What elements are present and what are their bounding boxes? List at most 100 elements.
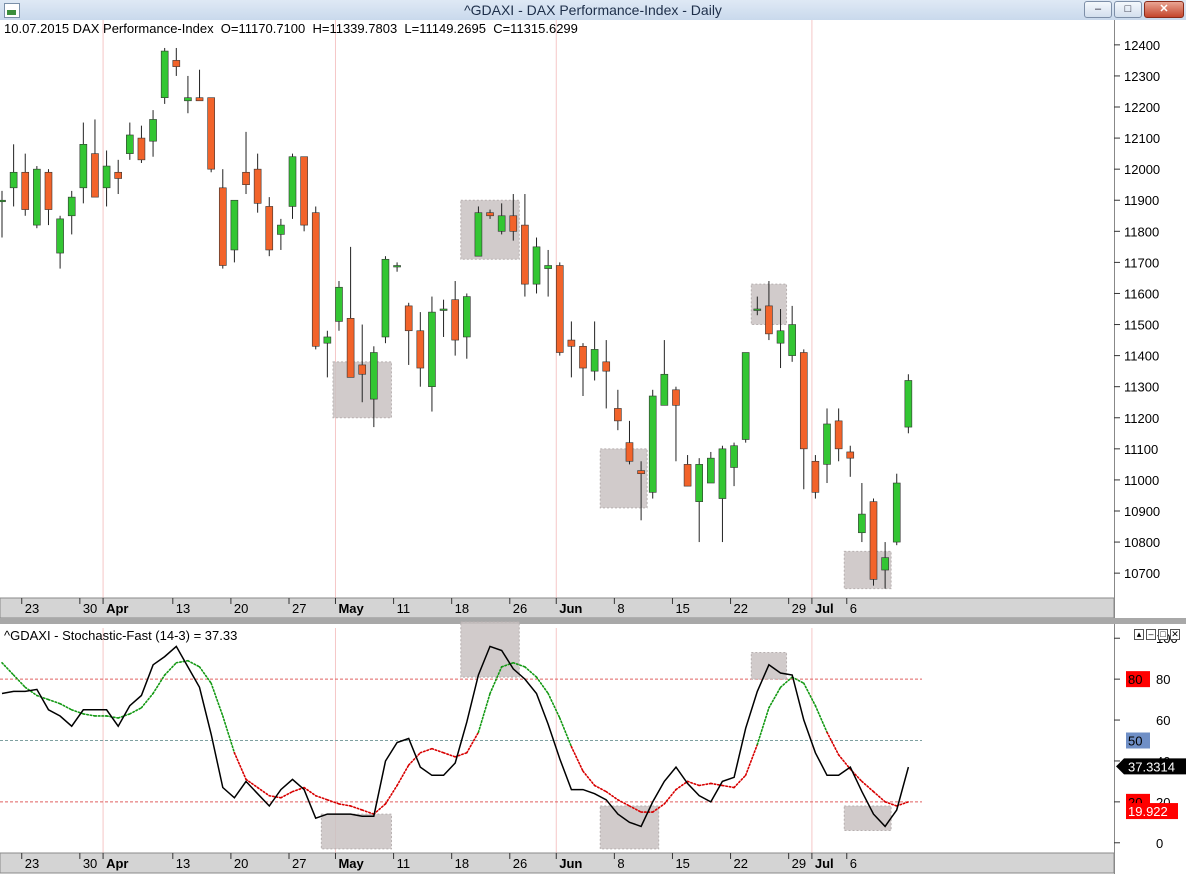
candle-up: [102, 165, 111, 189]
candle-down: [358, 364, 367, 375]
time-axis-label: 18: [455, 601, 469, 616]
candle-up: [230, 199, 239, 251]
candle-down: [486, 212, 494, 217]
candle-up: [149, 119, 157, 142]
candle-up: [288, 156, 297, 207]
current-value-label: 37.3314: [1128, 759, 1175, 774]
candle-up: [393, 265, 401, 268]
price-axis-tick-label: 11600: [1124, 286, 1159, 301]
time-axis-label: 26: [513, 856, 527, 871]
candle-down: [672, 389, 680, 406]
price-axis-tick-label: 12000: [1124, 162, 1160, 177]
candle-up: [184, 97, 192, 102]
candle-up: [707, 457, 715, 484]
price-axis-tick-label: 11400: [1124, 349, 1159, 364]
price-axis-tick-label: 11300: [1124, 380, 1159, 395]
candle-up: [370, 352, 378, 400]
maximize-button[interactable]: □: [1114, 1, 1142, 18]
panel-collapse-button[interactable]: ▴: [1134, 629, 1144, 640]
window-title: ^GDAXI - DAX Performance-Index - Daily: [464, 2, 722, 18]
candle-up: [33, 168, 41, 226]
candle-down: [253, 168, 262, 204]
window-title-bar: ^GDAXI - DAX Performance-Index - Daily –…: [0, 0, 1186, 21]
highlight-box: [320, 813, 392, 850]
level-badge-label: 80: [1128, 672, 1142, 687]
candle-down: [579, 345, 587, 369]
candle-up: [56, 218, 64, 254]
price-axis-tick-label: 11000: [1124, 473, 1159, 488]
candle-down: [614, 408, 622, 422]
price-axis-tick-label: 12100: [1124, 131, 1160, 146]
candle-down: [346, 318, 355, 378]
candle-down: [207, 97, 215, 170]
candle-up: [381, 258, 390, 338]
candle-up: [323, 336, 332, 344]
candle-down: [834, 420, 843, 450]
candle-down: [114, 171, 122, 179]
minimize-button[interactable]: –: [1084, 1, 1112, 18]
candle-up: [428, 311, 436, 387]
candle-down: [602, 361, 611, 372]
candle-up: [79, 144, 88, 189]
price-axis-tick-label: 12200: [1124, 100, 1160, 115]
time-axis-label: 6: [850, 856, 857, 871]
time-axis-label: 11: [397, 856, 411, 871]
price-axis-tick-label: 12400: [1124, 38, 1160, 53]
time-axis-label: 20: [234, 601, 248, 616]
stochastic-axis-tick-label: 80: [1156, 672, 1170, 687]
candle-down: [404, 305, 413, 332]
stochastic-axis-tick-label: 60: [1156, 713, 1170, 728]
price-axis-tick-label: 11500: [1124, 318, 1159, 333]
candle-down: [195, 97, 204, 102]
price-axis-tick-label: 11900: [1124, 193, 1159, 208]
close-icon: ✕: [1171, 629, 1179, 639]
candle-up: [532, 246, 541, 285]
candle-down: [242, 171, 250, 185]
candle-up: [67, 196, 76, 217]
close-button[interactable]: ✕: [1144, 1, 1184, 18]
candle-down: [137, 137, 146, 161]
candle-up: [776, 330, 785, 344]
time-axis-label: May: [338, 856, 364, 871]
price-axis-tick-label: 11200: [1124, 411, 1159, 426]
candle-up: [788, 324, 796, 356]
stochastic-axis-tick-label: 0: [1156, 836, 1163, 851]
panel-close-button[interactable]: ✕: [1170, 629, 1180, 640]
candle-up: [335, 286, 343, 322]
level-badge-label: 19.922: [1128, 804, 1168, 819]
time-axis-label: 27: [292, 601, 306, 616]
time-axis-label: Jun: [559, 856, 582, 871]
time-axis-label: Jun: [559, 601, 582, 616]
candle-down: [811, 460, 820, 493]
price-axis-tick-label: 12300: [1124, 69, 1160, 84]
time-axis-label: May: [338, 601, 364, 616]
panel-maximize-button[interactable]: □: [1158, 629, 1168, 640]
candle-up: [0, 199, 6, 203]
candle-up: [160, 50, 169, 98]
time-axis-label: 22: [734, 601, 748, 616]
candle-down: [637, 470, 645, 474]
minimize-icon: –: [1148, 629, 1154, 639]
candle-down: [846, 451, 855, 459]
candle-up: [474, 212, 483, 257]
minimize-icon: –: [1094, 3, 1102, 15]
candle-up: [753, 308, 762, 311]
stochastic-time-axis: [0, 852, 1115, 874]
time-axis-label: 30: [83, 601, 97, 616]
candle-up: [823, 423, 831, 465]
time-axis-label: Jul: [815, 601, 834, 616]
candle-up: [904, 380, 913, 428]
candle-down: [416, 330, 425, 369]
candle-down: [300, 156, 308, 226]
time-axis-label: 8: [617, 856, 624, 871]
candle-down: [555, 265, 564, 353]
time-axis-label: 29: [792, 856, 806, 871]
panel-minimize-button[interactable]: –: [1146, 629, 1156, 640]
price-axis-tick-label: 10700: [1124, 566, 1160, 581]
candle-up: [892, 482, 901, 543]
time-axis-label: Apr: [106, 601, 128, 616]
candle-up: [741, 352, 750, 440]
time-axis-label: 13: [176, 856, 190, 871]
price-axis-tick-label: 11700: [1124, 255, 1159, 270]
price-axis-tick-label: 11100: [1124, 442, 1158, 457]
